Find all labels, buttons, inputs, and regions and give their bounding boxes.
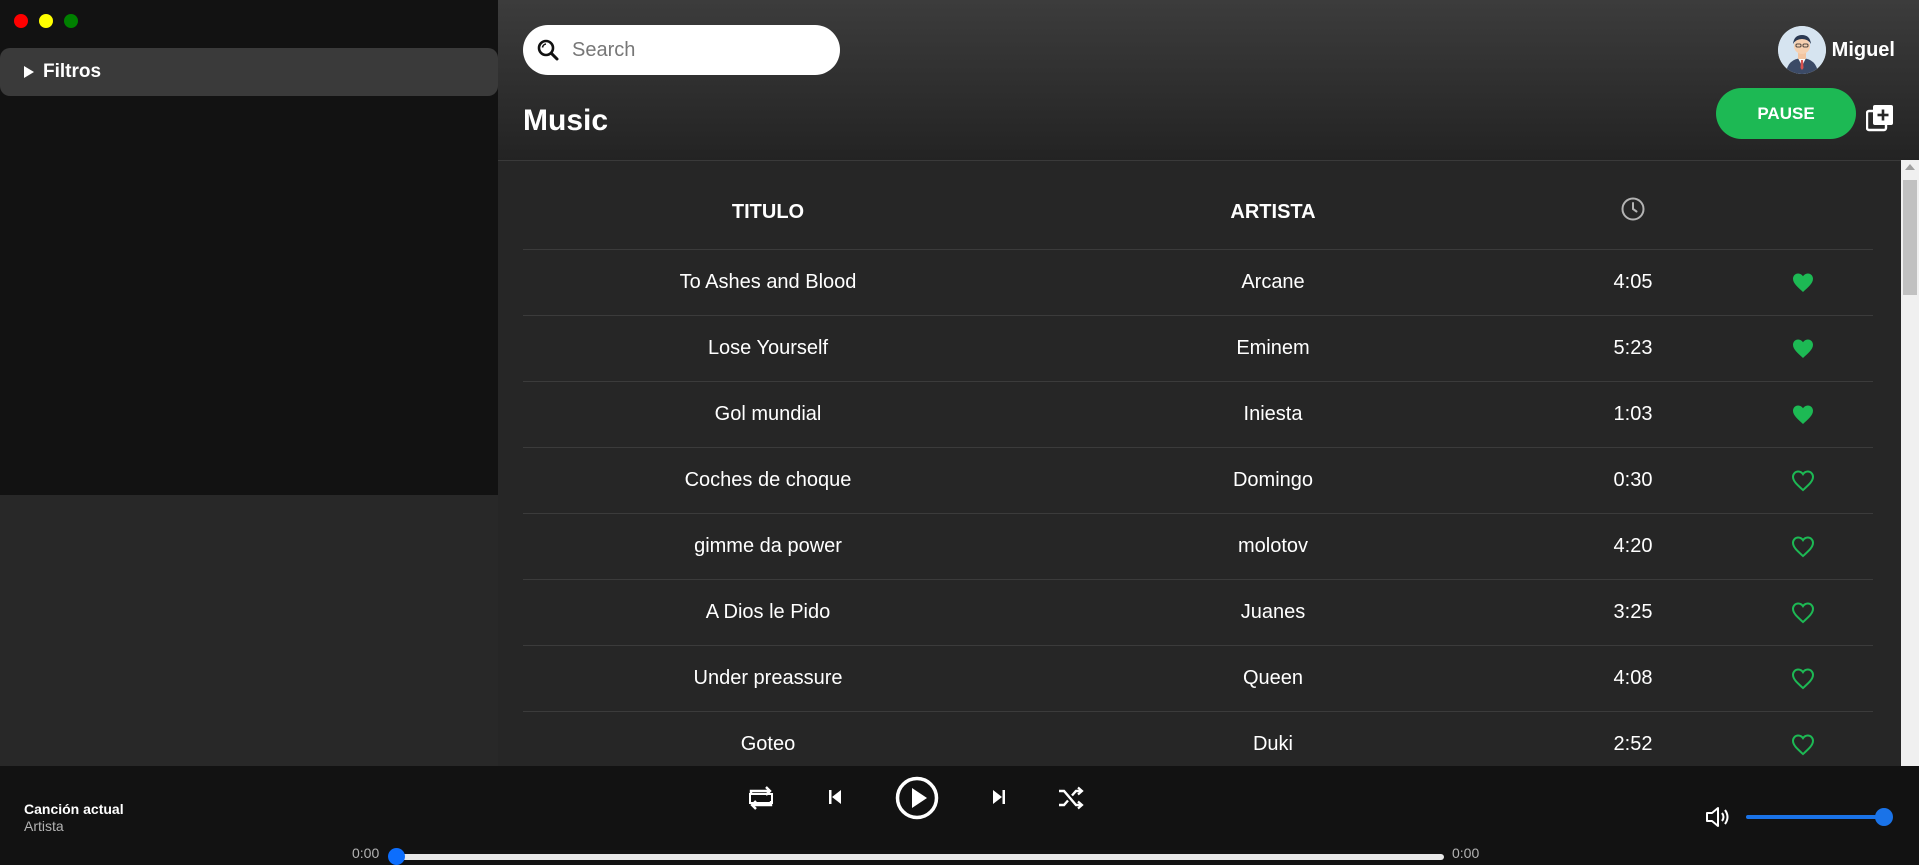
- close-window-button[interactable]: [14, 14, 28, 28]
- song-title: Goteo: [740, 733, 796, 755]
- songs-table: TITULO ARTISTA To Ashes and Blood Arcane 4…: [523, 175, 1873, 778]
- maximize-window-button[interactable]: [64, 14, 78, 28]
- song-artist: Domingo: [1232, 469, 1314, 491]
- next-track-icon[interactable]: [991, 788, 1007, 806]
- filters-toggle[interactable]: Filtros: [0, 48, 498, 96]
- heart-filled-icon[interactable]: [1791, 271, 1815, 295]
- total-time: 0:00: [1452, 845, 1480, 861]
- song-duration: 0:30: [1613, 469, 1653, 491]
- current-song-artist: Artista: [24, 818, 64, 834]
- filters-label: Filtros: [43, 61, 102, 82]
- main-header: Music Miguel PAUSE: [498, 0, 1919, 161]
- heart-outline-icon[interactable]: [1791, 535, 1815, 559]
- song-duration: 4:20: [1613, 535, 1653, 557]
- heart-filled-icon[interactable]: [1791, 403, 1815, 427]
- play-button[interactable]: [895, 776, 939, 820]
- song-artist: Iniesta: [1243, 403, 1303, 425]
- song-duration: 3:25: [1613, 601, 1653, 623]
- song-title: Coches de choque: [684, 469, 852, 491]
- song-title: Lose Yourself: [707, 337, 829, 359]
- song-artist: Eminem: [1236, 337, 1310, 359]
- song-duration: 1:03: [1613, 403, 1653, 425]
- user-avatar-icon: [1777, 26, 1826, 74]
- heart-outline-icon[interactable]: [1791, 733, 1815, 757]
- player-bar: Canción actual Artista 0:00 0:00: [0, 766, 1919, 865]
- main-panel: Music Miguel PAUSE: [498, 0, 1919, 778]
- table-row[interactable]: A Dios le Pido Juanes 3:25: [523, 580, 1873, 646]
- heart-filled-icon[interactable]: [1791, 337, 1815, 361]
- song-title: gimme da power: [694, 535, 842, 557]
- search-icon: [537, 39, 559, 61]
- song-artist: Juanes: [1240, 601, 1306, 623]
- heart-outline-icon[interactable]: [1791, 667, 1815, 691]
- song-title: A Dios le Pido: [705, 601, 831, 623]
- column-header-title[interactable]: TITULO: [523, 201, 1013, 224]
- table-row[interactable]: To Ashes and Blood Arcane 4:05: [523, 250, 1873, 316]
- sidebar: Filtros: [0, 0, 498, 495]
- song-duration: 2:52: [1613, 733, 1653, 755]
- elapsed-time: 0:00: [352, 845, 380, 861]
- volume-slider-handle[interactable]: [1875, 808, 1893, 826]
- table-row[interactable]: Under preassure Queen 4:08: [523, 646, 1873, 712]
- progress-bar[interactable]: [396, 854, 1444, 860]
- song-title: Gol mundial: [714, 403, 822, 425]
- search-input[interactable]: [570, 37, 824, 63]
- table-row[interactable]: gimme da power molotov 4:20: [523, 514, 1873, 580]
- song-title: To Ashes and Blood: [679, 271, 857, 293]
- repeat-icon[interactable]: [747, 785, 775, 811]
- column-header-artist[interactable]: ARTISTA: [1013, 201, 1533, 224]
- table-scrollbar[interactable]: [1901, 160, 1919, 766]
- song-duration: 5:23: [1613, 337, 1653, 359]
- search-bar[interactable]: [523, 25, 840, 75]
- table-row[interactable]: Lose Yourself Eminem 5:23: [523, 316, 1873, 382]
- clock-icon: [1621, 197, 1645, 221]
- page-title: Music: [523, 104, 609, 137]
- table-header: TITULO ARTISTA: [523, 175, 1873, 250]
- song-artist: Queen: [1242, 667, 1304, 689]
- volume-slider[interactable]: [1746, 815, 1886, 819]
- scrollbar-thumb[interactable]: [1903, 180, 1917, 295]
- pause-button[interactable]: PAUSE: [1716, 88, 1856, 139]
- table-row[interactable]: Gol mundial Iniesta 1:03: [523, 382, 1873, 448]
- song-artist: Duki: [1252, 733, 1293, 755]
- scroll-up-arrow-icon[interactable]: [1905, 164, 1915, 170]
- shuffle-icon[interactable]: [1057, 785, 1085, 811]
- song-duration: 4:08: [1613, 667, 1653, 689]
- user-profile[interactable]: Miguel: [1777, 26, 1895, 74]
- song-artist: Arcane: [1241, 271, 1305, 293]
- progress-slider-handle[interactable]: [388, 848, 405, 865]
- song-title: Under preassure: [693, 667, 843, 689]
- volume-icon[interactable]: [1705, 805, 1731, 829]
- user-name: Miguel: [1831, 38, 1895, 61]
- avatar: [1777, 26, 1826, 74]
- minimize-window-button[interactable]: [39, 14, 53, 28]
- song-artist: molotov: [1237, 535, 1309, 557]
- column-header-duration[interactable]: [1533, 196, 1733, 228]
- song-duration: 4:05: [1613, 271, 1653, 293]
- previous-track-icon[interactable]: [827, 788, 843, 806]
- current-song-title: Canción actual: [24, 801, 124, 817]
- triangle-right-icon: [24, 66, 34, 78]
- table-row[interactable]: Coches de choque Domingo 0:30: [523, 448, 1873, 514]
- add-to-playlist-icon[interactable]: [1866, 104, 1894, 132]
- heart-outline-icon[interactable]: [1791, 601, 1815, 625]
- sidebar-lower-panel: [0, 495, 498, 766]
- heart-outline-icon[interactable]: [1791, 469, 1815, 493]
